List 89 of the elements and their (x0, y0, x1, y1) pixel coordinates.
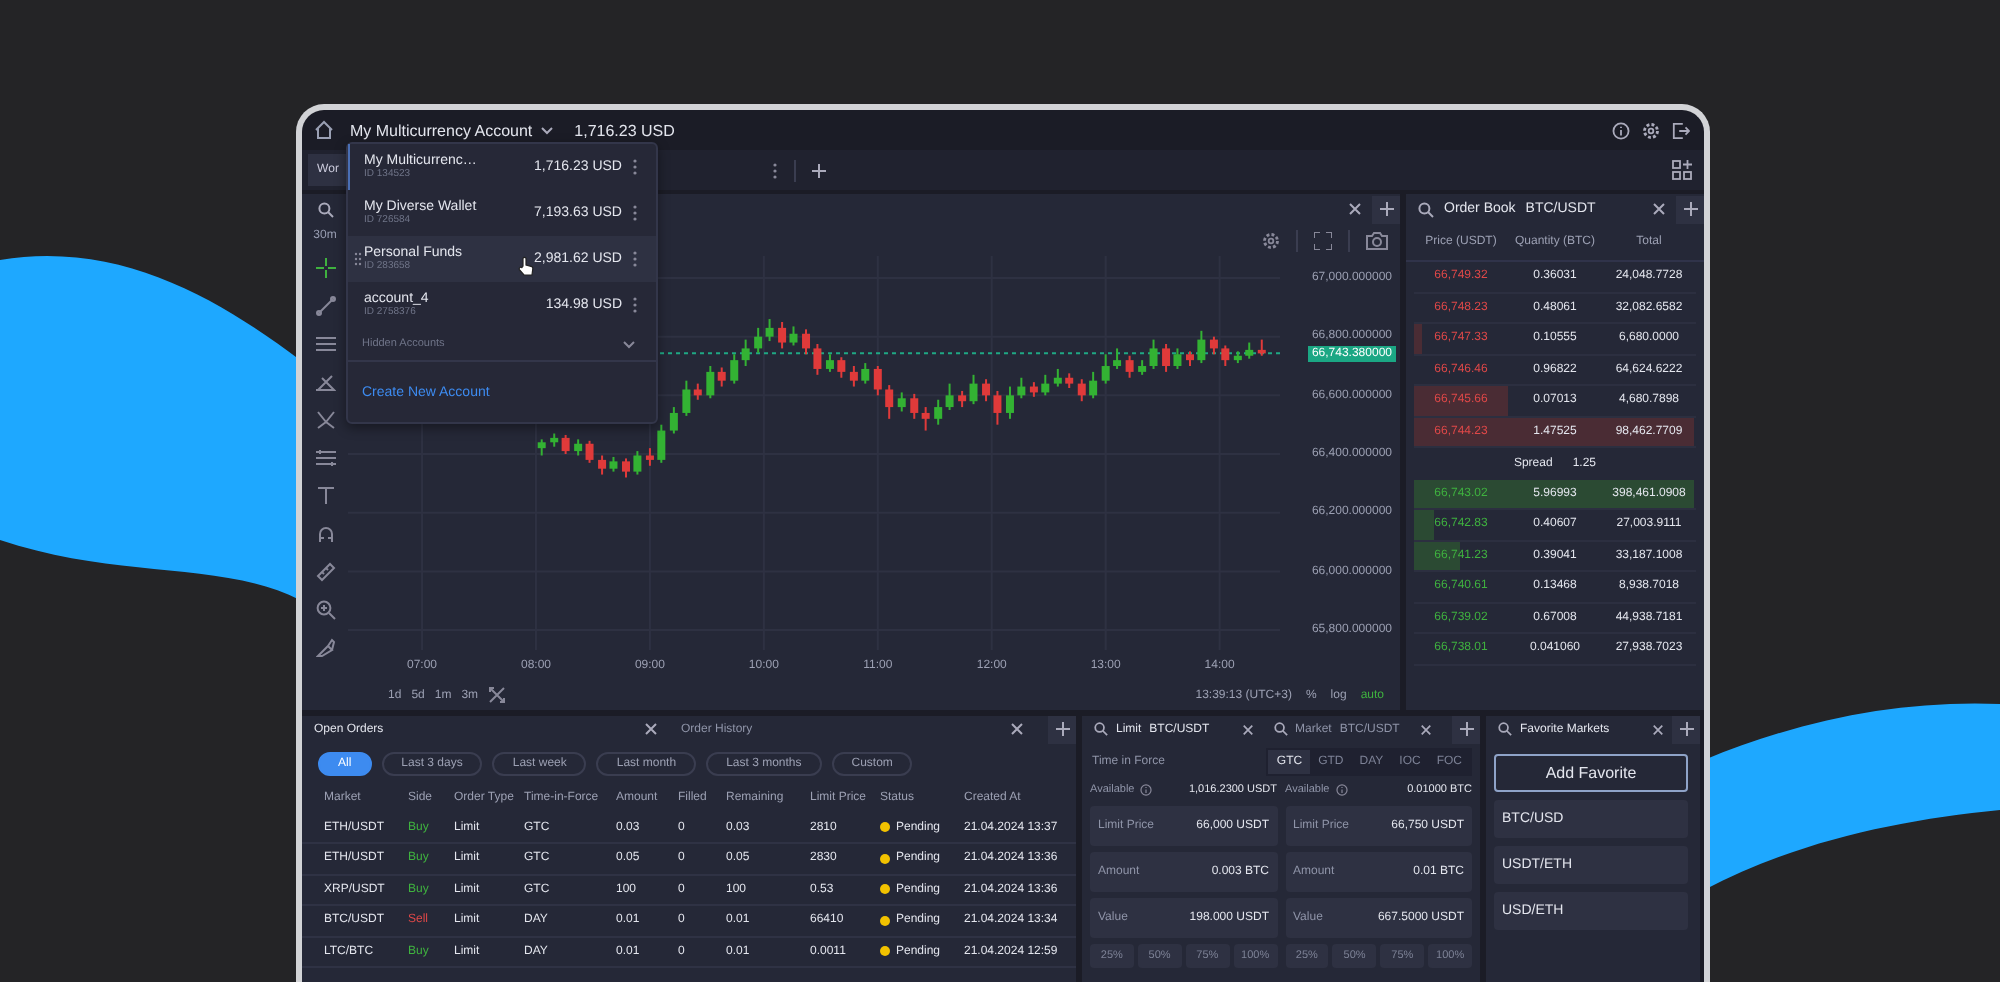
add-panel-button[interactable] (1452, 716, 1480, 743)
candle (1221, 344, 1230, 367)
close-icon[interactable] (1241, 723, 1253, 735)
candle (873, 365, 882, 397)
candle (645, 447, 654, 467)
candle (657, 423, 666, 464)
close-icon[interactable] (1420, 723, 1432, 735)
drag-handle-icon[interactable] (354, 252, 362, 266)
more-icon[interactable] (632, 250, 638, 268)
candle (622, 457, 630, 479)
add-panel-button[interactable] (1672, 716, 1700, 743)
more-icon[interactable] (632, 158, 638, 176)
hand-cursor-icon (518, 256, 534, 276)
more-icon[interactable] (772, 161, 778, 179)
candle (1197, 329, 1206, 365)
candle (1125, 354, 1134, 379)
close-icon[interactable] (1348, 202, 1362, 216)
close-icon[interactable] (1652, 202, 1666, 216)
plus-icon (1459, 722, 1473, 736)
close-icon[interactable] (643, 722, 657, 736)
plus-icon[interactable] (812, 163, 826, 177)
add-panel-button[interactable] (1048, 716, 1076, 743)
settings-icon[interactable] (1642, 121, 1660, 139)
candle (861, 362, 870, 385)
add-panel-button[interactable] (1372, 195, 1400, 223)
search-icon[interactable] (1498, 722, 1512, 736)
info-icon[interactable] (1612, 121, 1630, 139)
close-icon[interactable] (1652, 723, 1664, 735)
candle (1065, 372, 1074, 389)
more-icon[interactable] (632, 296, 638, 314)
crosshair-icon[interactable] (315, 258, 335, 278)
info-icon[interactable] (1335, 784, 1348, 796)
plus-icon (1379, 202, 1393, 216)
logout-icon[interactable] (1672, 121, 1690, 139)
candle (1186, 350, 1194, 367)
zoom-in-icon[interactable] (315, 600, 335, 620)
plus-icon (1683, 202, 1697, 216)
ruler-icon[interactable] (315, 562, 335, 582)
angle-line-icon[interactable] (315, 372, 335, 392)
candle (1101, 353, 1110, 385)
candle (1089, 370, 1098, 400)
candle (849, 365, 858, 388)
settings-icon[interactable] (1262, 231, 1280, 249)
candle (837, 356, 846, 379)
fullscreen-icon[interactable] (1314, 231, 1332, 249)
account-selector[interactable]: My Multicurrency Account (350, 121, 555, 139)
search-icon[interactable] (1418, 201, 1434, 217)
candle (1017, 376, 1026, 400)
candle (1005, 385, 1014, 420)
candle (1053, 367, 1062, 388)
search-icon[interactable] (1094, 722, 1108, 736)
candle (825, 353, 834, 373)
candle (885, 384, 894, 420)
candle (1233, 350, 1242, 365)
home-icon[interactable] (314, 120, 334, 140)
plus-icon (1679, 722, 1693, 736)
info-icon[interactable] (1140, 784, 1153, 796)
candle (1113, 347, 1122, 370)
candle (633, 450, 642, 476)
compare-icon[interactable] (488, 686, 507, 704)
candle (1209, 335, 1218, 356)
account-balance: 1,716.23 USD (574, 121, 675, 139)
candle (1041, 373, 1050, 397)
candle (537, 438, 546, 457)
add-panel-button[interactable] (1676, 195, 1704, 223)
close-icon[interactable] (1010, 722, 1024, 736)
search-icon[interactable] (1273, 722, 1287, 736)
candle (1257, 338, 1266, 357)
layout-icon[interactable] (1672, 160, 1692, 180)
trend-line-icon[interactable] (315, 296, 335, 316)
candle (1077, 378, 1086, 403)
camera-icon[interactable] (1366, 231, 1388, 249)
magnet-icon[interactable] (315, 524, 335, 544)
candle (813, 343, 822, 376)
search-icon[interactable] (318, 201, 334, 217)
text-icon[interactable] (315, 486, 335, 506)
candle (669, 406, 678, 435)
more-icon[interactable] (632, 204, 638, 222)
candle (1029, 381, 1038, 398)
levels-icon[interactable] (315, 448, 335, 468)
add-favorite-button[interactable]: Add Favorite (1494, 754, 1688, 792)
candle (802, 328, 810, 356)
chevron-down-icon (540, 125, 555, 135)
brush-icon[interactable] (315, 638, 335, 658)
plus-icon (1055, 722, 1069, 736)
candle (897, 391, 906, 413)
parallel-lines-icon[interactable] (315, 334, 335, 354)
candle (1245, 341, 1254, 360)
chevron-down-icon[interactable] (622, 339, 636, 349)
